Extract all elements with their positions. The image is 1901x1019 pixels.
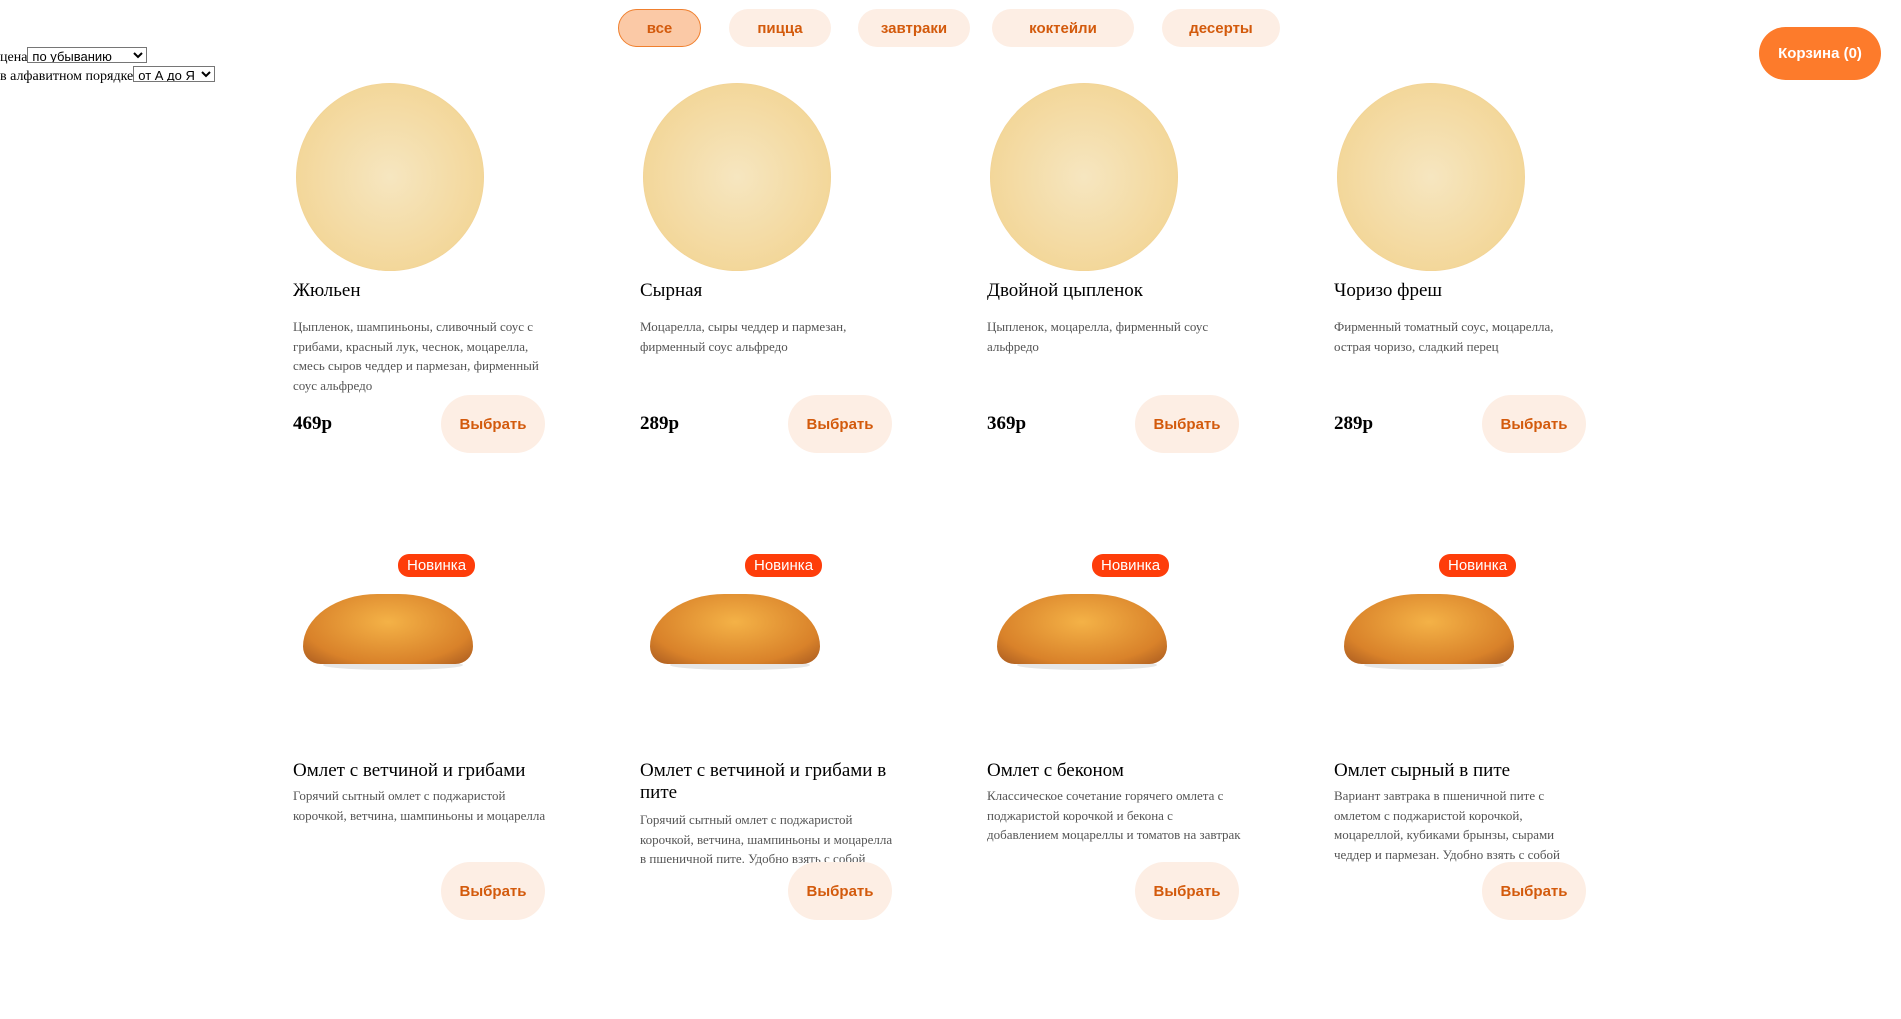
choose-button[interactable]: Выбрать (788, 862, 892, 920)
alpha-sort-select[interactable]: от А до Я (133, 66, 216, 82)
cart-button[interactable]: Корзина (0) (1759, 27, 1881, 80)
tab-cocktails[interactable]: коктейли (992, 9, 1134, 47)
product-title: Жюльен (293, 280, 361, 301)
product-card: Новинка Омлет с ветчиной и грибами Горячи… (293, 554, 593, 1019)
tab-pizza[interactable]: пицца (729, 9, 831, 47)
product-card: Сырная Моцарелла, сыры чеддер и пармезан… (640, 80, 940, 540)
omelet-image[interactable] (640, 559, 835, 753)
product-description: Горячий сытный омлет с поджаристой короч… (640, 812, 893, 866)
alpha-sort-label: в алфавитном порядке (0, 69, 134, 84)
omelet-image[interactable] (293, 559, 488, 753)
product-description: Горячий сытный омлет с поджаристой короч… (293, 788, 546, 823)
pizza-shape (296, 83, 484, 271)
product-title: Омлет с ветчиной и грибами в пите (640, 760, 887, 803)
omelet-image[interactable] (987, 559, 1182, 753)
product-description: Вариант завтрака в пшеничной пите с омле… (1334, 788, 1560, 862)
pizza-shape (990, 83, 1178, 271)
choose-button[interactable]: Выбрать (788, 395, 892, 453)
product-card: Жюльен Цыпленок, шампиньоны, сливочный с… (293, 80, 593, 540)
price-sort-label: цена (0, 50, 28, 65)
product-description: Цыпленок, моцарелла, фирменный соус альф… (987, 319, 1209, 354)
product-title: Омлет с ветчиной и грибами (293, 760, 526, 781)
product-title: Омлет сырный в пите (1334, 760, 1511, 781)
omelet-image[interactable] (1334, 559, 1529, 753)
omelet-shape (650, 594, 820, 674)
new-badge: Новинка (1092, 554, 1170, 577)
choose-button[interactable]: Выбрать (1135, 862, 1239, 920)
sort-controls: цена по убыванию в алфавитном порядке от А… (0, 47, 216, 85)
pizza-shape (643, 83, 831, 271)
product-description: Фирменный томатный соус, моцарелла, остр… (1334, 319, 1554, 354)
new-badge: Новинка (745, 554, 823, 577)
choose-button[interactable]: Выбрать (1482, 395, 1586, 453)
choose-button[interactable]: Выбрать (1135, 395, 1239, 453)
product-price: 369р (987, 413, 1027, 434)
product-title: Двойной цыпленок (987, 280, 1143, 301)
product-description: Классическое сочетание горячего омлета с… (987, 788, 1241, 842)
choose-button[interactable]: Выбрать (1482, 862, 1586, 920)
product-description: Моцарелла, сыры чеддер и пармезан, фирме… (640, 319, 847, 354)
tab-desserts[interactable]: десерты (1162, 9, 1280, 47)
omelet-shape (303, 594, 473, 674)
product-title: Сырная (640, 280, 703, 301)
product-price: 289р (640, 413, 680, 434)
new-badge: Новинка (398, 554, 476, 577)
product-card: Чоризо фреш Фирменный томатный соус, моц… (1334, 80, 1634, 540)
price-sort-select[interactable]: по убыванию (27, 47, 148, 63)
pizza-image[interactable] (293, 80, 488, 274)
product-card: Новинка Омлет с ветчиной и грибами в пите… (640, 554, 940, 1019)
pizza-shape (1337, 83, 1525, 271)
tab-all[interactable]: все (618, 9, 701, 47)
product-title: Чоризо фреш (1334, 280, 1443, 301)
tab-breakfast[interactable]: завтраки (858, 9, 970, 47)
product-description: Цыпленок, шампиньоны, сливочный соус с г… (293, 319, 539, 393)
product-price: 469р (293, 413, 333, 434)
omelet-shape (1344, 594, 1514, 674)
product-card: Новинка Омлет с беконом Классическое соче… (987, 554, 1287, 1019)
choose-button[interactable]: Выбрать (441, 395, 545, 453)
product-title: Омлет с беконом (987, 760, 1124, 781)
category-tabs: все пицца завтраки коктейли десерты (0, 9, 1901, 55)
product-price: 289р (1334, 413, 1374, 434)
new-badge: Новинка (1439, 554, 1517, 577)
omelet-shape (997, 594, 1167, 674)
choose-button[interactable]: Выбрать (441, 862, 545, 920)
pizza-image[interactable] (987, 80, 1182, 274)
pizza-image[interactable] (1334, 80, 1529, 274)
pizza-image[interactable] (640, 80, 835, 274)
product-card: Двойной цыпленок Цыпленок, моцарелла, фи… (987, 80, 1287, 540)
product-card: Новинка Омлет сырный в пите Вариант завтр… (1334, 554, 1634, 1019)
